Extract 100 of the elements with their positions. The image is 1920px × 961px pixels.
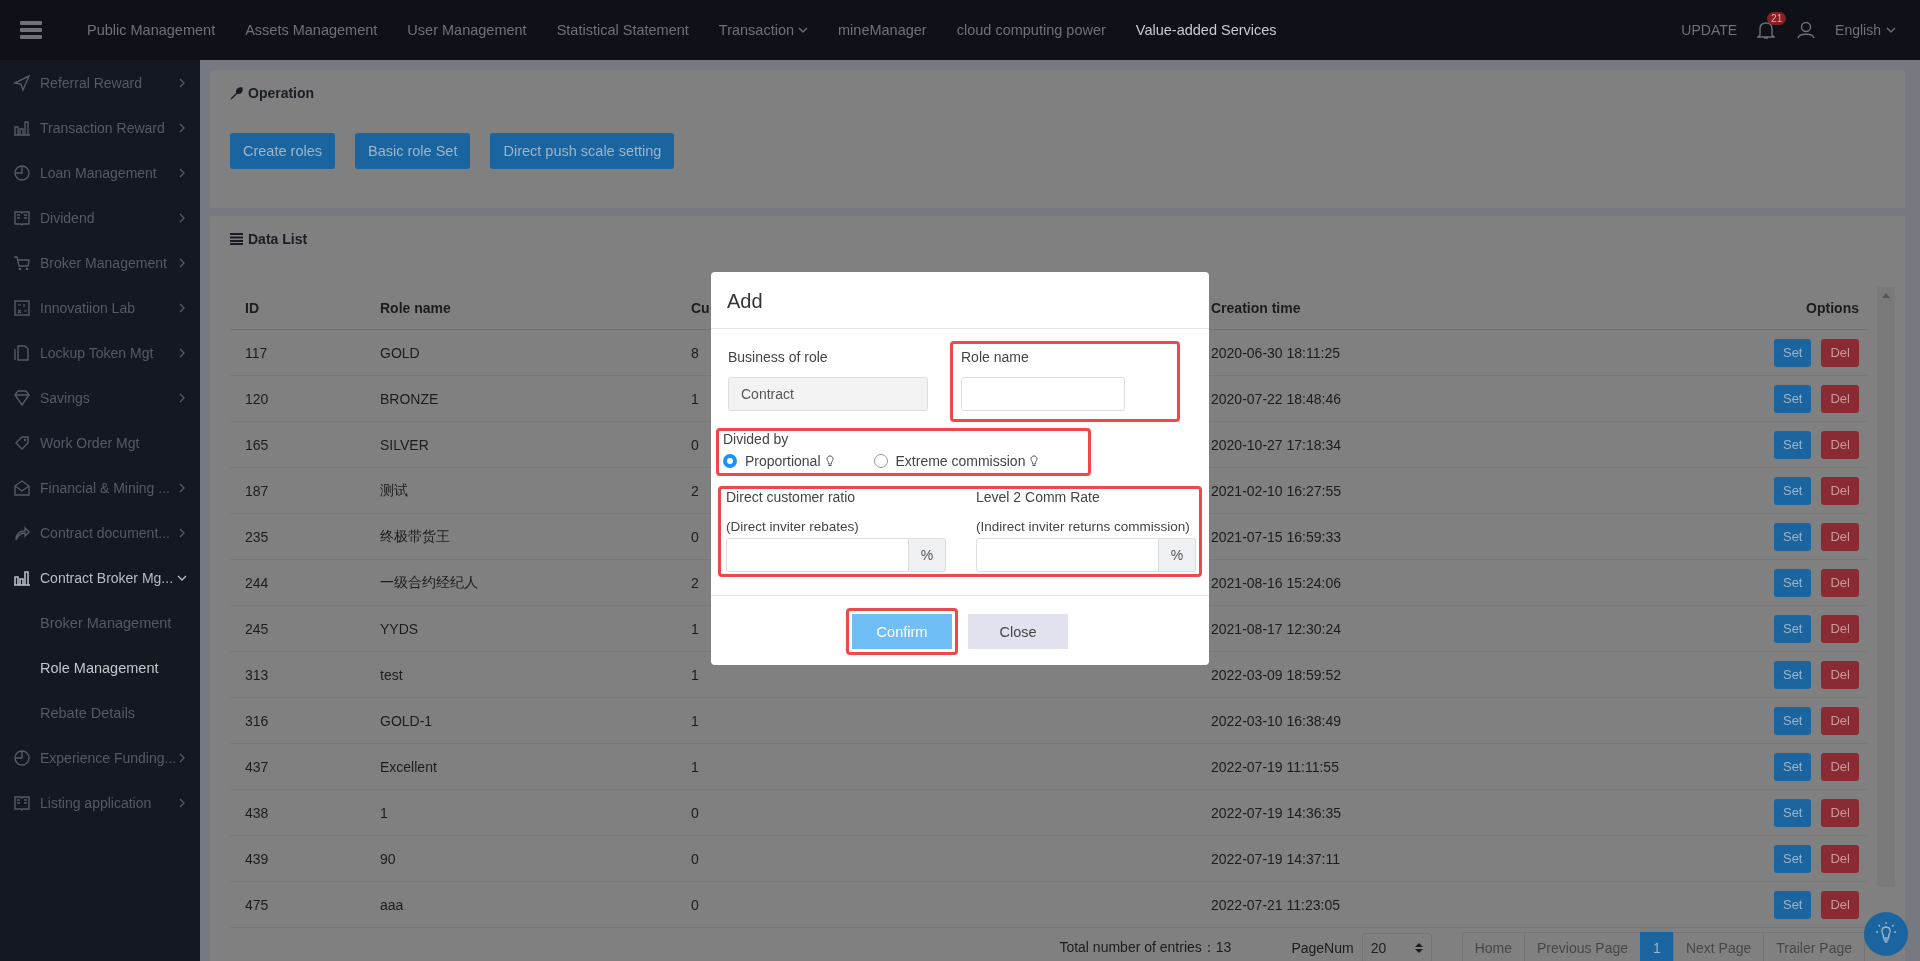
set-button[interactable]: Set — [1773, 752, 1812, 781]
set-button[interactable]: Set — [1773, 798, 1812, 827]
delete-button[interactable]: Del — [1821, 890, 1859, 919]
set-button[interactable]: Set — [1773, 660, 1812, 689]
update-link[interactable]: UPDATE — [1681, 22, 1738, 38]
action-button[interactable]: Direct push scale setting — [490, 133, 675, 169]
set-button[interactable]: Set — [1773, 614, 1812, 643]
delete-button[interactable]: Del — [1821, 798, 1859, 827]
sidebar-subitem[interactable]: Broker Management — [0, 600, 200, 645]
nav-link[interactable]: Value-added Services — [1120, 22, 1292, 38]
sidebar-item[interactable]: Experience Funding... — [0, 735, 200, 780]
nav-link[interactable]: Assets Management — [230, 22, 393, 38]
nav-link[interactable]: Public Management — [72, 22, 231, 38]
delete-button[interactable]: Del — [1821, 384, 1859, 413]
sidebar-item[interactable]: Work Order Mgt — [0, 420, 200, 465]
chevron-down-icon — [798, 25, 809, 35]
sidebar-item[interactable]: Contract Broker Mg... — [0, 555, 200, 600]
delete-button[interactable]: Del — [1821, 476, 1859, 505]
table-cell: 2022-07-19 14:36:35 — [1196, 789, 1667, 836]
pagination-button[interactable]: Home — [1461, 932, 1524, 961]
table-cell: 1 — [676, 743, 1196, 790]
table-cell: 2022-07-21 11:23:05 — [1196, 881, 1667, 928]
set-button[interactable]: Set — [1773, 338, 1812, 367]
input-field[interactable] — [976, 538, 1159, 572]
pagination-button[interactable]: 1 — [1640, 932, 1673, 961]
clock-icon — [13, 748, 31, 767]
nav-link[interactable]: Transaction — [703, 22, 824, 38]
sidebar-item[interactable]: Loan Management — [0, 150, 200, 195]
sidebar-subitem[interactable]: Rebate Details — [0, 690, 200, 735]
nav-link[interactable]: mineManager — [823, 22, 942, 38]
delete-button[interactable]: Del — [1821, 568, 1859, 597]
set-button[interactable]: Set — [1773, 568, 1812, 597]
radio-button[interactable] — [723, 454, 737, 468]
radio-label[interactable]: Extreme commission — [895, 453, 1026, 469]
sort-arrows-icon[interactable] — [1414, 942, 1423, 954]
delete-button[interactable]: Del — [1821, 752, 1859, 781]
table-cell: 316 — [230, 697, 365, 744]
delete-button[interactable]: Del — [1821, 430, 1859, 459]
table-cell: 439 — [230, 835, 365, 882]
table-cell: GOLD — [365, 329, 676, 376]
set-button[interactable]: Set — [1773, 476, 1812, 505]
sidebar-item[interactable]: Innovatiion Lab — [0, 285, 200, 330]
page-size-select[interactable]: 20 — [1361, 933, 1432, 961]
action-button[interactable]: Basic role Set — [355, 133, 471, 169]
diamond-icon — [13, 388, 31, 407]
column-header: ID — [230, 287, 365, 330]
envelope-icon — [13, 478, 31, 497]
nav-link[interactable]: User Management — [392, 22, 542, 38]
delete-button[interactable]: Del — [1821, 522, 1859, 551]
nav-link[interactable]: Statistical Statement — [541, 22, 704, 38]
pagination-button[interactable]: Trailer Page — [1763, 932, 1865, 961]
sidebar-item[interactable]: Savings — [0, 375, 200, 420]
table-cell: 438 — [230, 789, 365, 836]
radio-label[interactable]: Proportional — [745, 453, 821, 469]
set-button[interactable]: Set — [1773, 844, 1812, 873]
sidebar-item[interactable]: Contract document... — [0, 510, 200, 555]
chevron-right-icon — [177, 482, 187, 493]
table-cell: 0 — [676, 835, 1196, 882]
delete-button[interactable]: Del — [1821, 844, 1859, 873]
table-cell: 120 — [230, 375, 365, 422]
action-button[interactable]: Create roles — [230, 133, 335, 169]
input-field[interactable] — [961, 377, 1125, 411]
scrollbar[interactable] — [1877, 287, 1895, 887]
language-selector[interactable]: English — [1835, 22, 1896, 38]
set-button[interactable]: Set — [1773, 706, 1812, 735]
sidebar-item[interactable]: Listing application — [0, 780, 200, 825]
input-field[interactable] — [726, 538, 909, 572]
sidebar-item[interactable]: Referral Reward — [0, 60, 200, 105]
table-cell: GOLD-1 — [365, 697, 676, 744]
dialog-title: Add — [711, 272, 1209, 329]
delete-button[interactable]: Del — [1821, 338, 1859, 367]
sidebar-item[interactable]: Lockup Token Mgt — [0, 330, 200, 375]
sidebar-subitem[interactable]: Role Management — [0, 645, 200, 690]
table-cell: 终极带货王 — [365, 513, 676, 560]
radio-button[interactable] — [873, 454, 888, 468]
delete-button[interactable]: Del — [1821, 614, 1859, 643]
set-button[interactable]: Set — [1773, 522, 1812, 551]
scroll-up-icon[interactable] — [1882, 293, 1890, 298]
bell-icon[interactable] — [1757, 20, 1776, 40]
sidebar-item[interactable]: Dividend — [0, 195, 200, 240]
table-cell: 0 — [676, 881, 1196, 928]
set-button[interactable]: Set — [1773, 430, 1812, 459]
menu-button[interactable] — [20, 21, 42, 39]
table-cell: 117 — [230, 329, 365, 376]
table-cell: 475 — [230, 881, 365, 928]
sidebar-item[interactable]: Transaction Reward — [0, 105, 200, 150]
pagination-button[interactable]: Next Page — [1672, 932, 1764, 961]
table-cell: 测试 — [365, 467, 676, 514]
set-button[interactable]: Set — [1773, 890, 1812, 919]
sidebar-item[interactable]: Broker Management — [0, 240, 200, 285]
confirm-button[interactable]: Confirm — [846, 608, 958, 655]
nav-link[interactable]: cloud computing power — [941, 22, 1121, 38]
pagination-button[interactable]: Previous Page — [1524, 932, 1641, 961]
user-icon[interactable] — [1797, 21, 1816, 39]
chevron-down-icon — [1886, 25, 1896, 35]
delete-button[interactable]: Del — [1821, 660, 1859, 689]
delete-button[interactable]: Del — [1821, 706, 1859, 735]
table-cell: test — [365, 651, 676, 698]
sidebar-item[interactable]: Financial & Mining ... — [0, 465, 200, 510]
set-button[interactable]: Set — [1773, 384, 1812, 413]
